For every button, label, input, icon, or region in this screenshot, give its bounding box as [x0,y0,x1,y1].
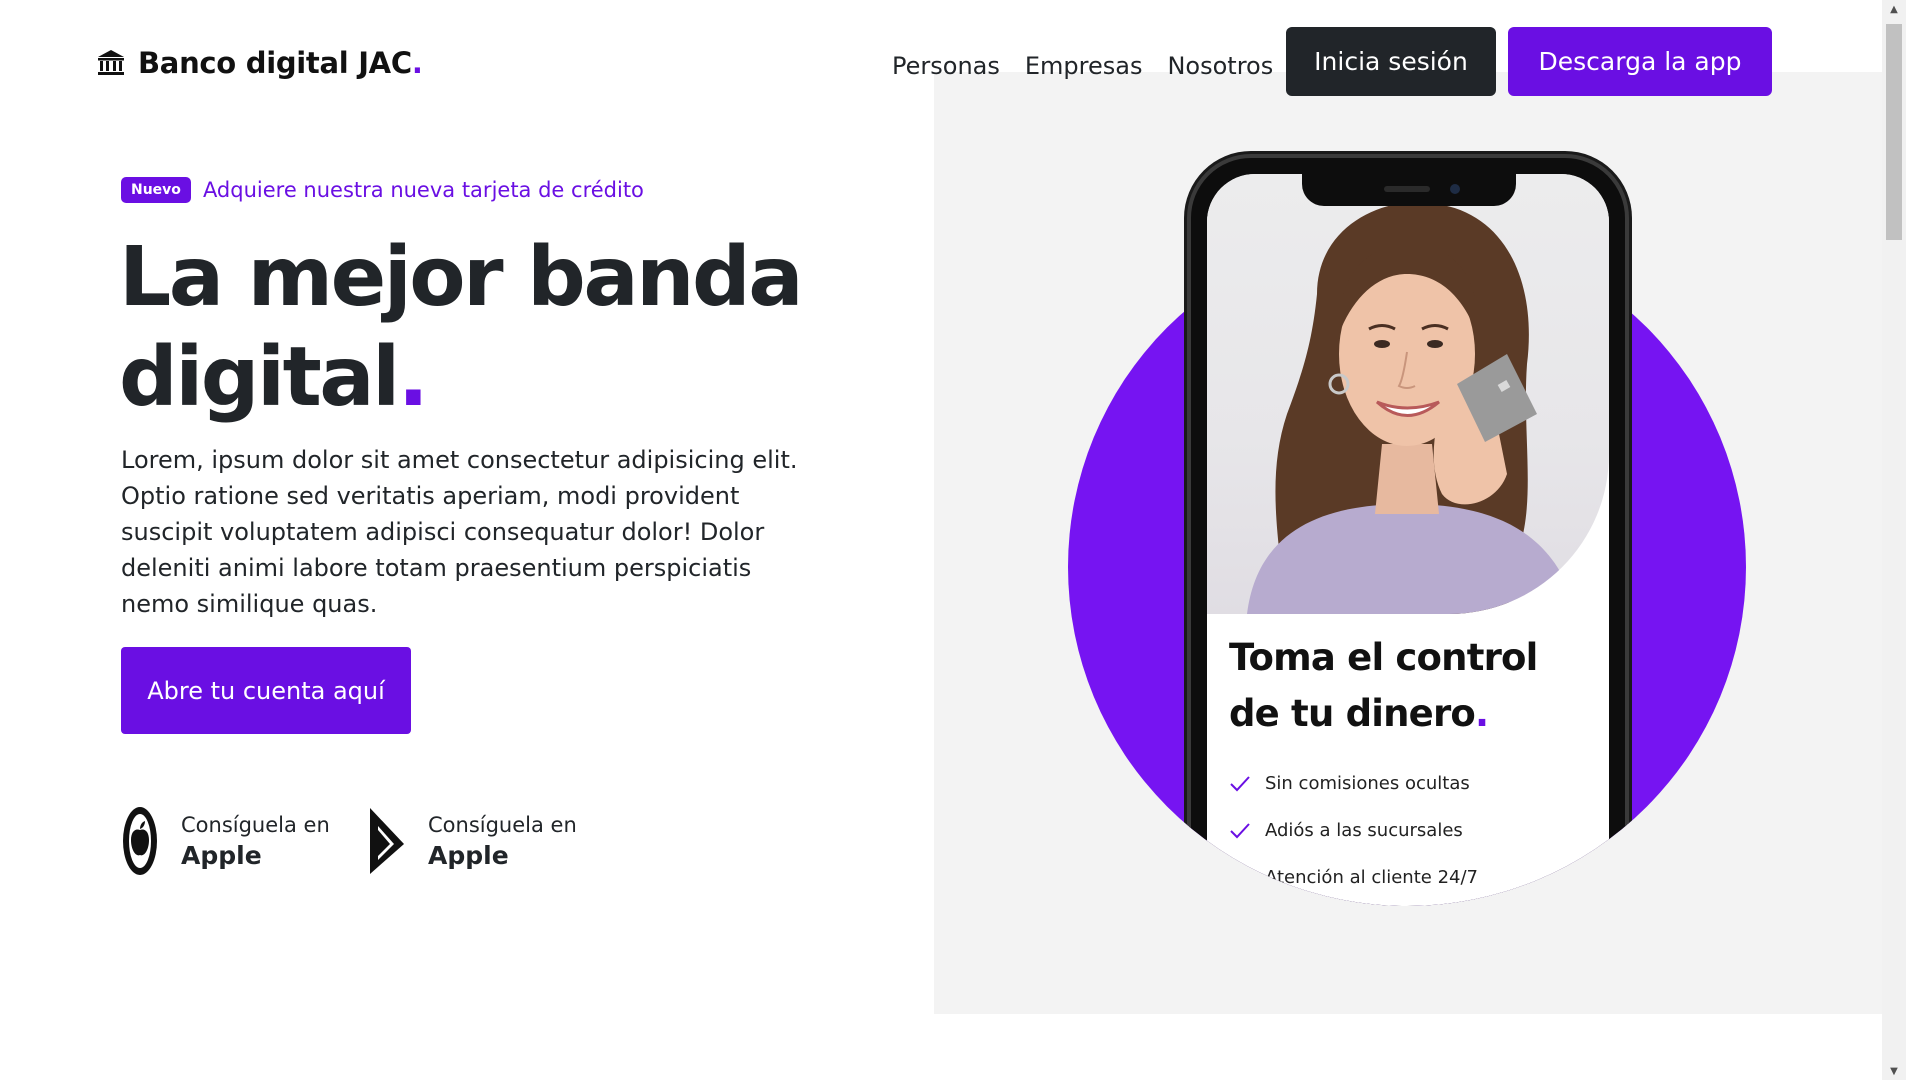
phone-frame: Toma el control de tu dinero. Sin comisi… [1187,154,1629,906]
apple-icon [121,804,159,878]
brand-name: Banco digital JAC [138,46,412,80]
store-pre-text: Consíguela en [428,812,577,837]
promo-banner[interactable]: Nuevo Adquiere nuestra nueva tarjeta de … [121,177,644,203]
landing-page: Banco digital JAC. Personas Empresas Nos… [0,0,1906,1080]
bank-icon [96,48,126,78]
phone-title-dot: . [1475,692,1489,735]
feature-list: Sin comisiones ocultas Adiós a las sucur… [1229,760,1599,901]
headline-line-1: La mejor banda [119,230,804,325]
feature-text: Atención al cliente 24/7 [1265,867,1478,888]
store-name: Apple [181,840,262,870]
play-store-icon [368,804,406,878]
check-icon [1229,869,1251,887]
open-account-button[interactable]: Abre tu cuenta aquí [121,647,411,734]
phone-title-line-1: Toma el control [1229,636,1538,679]
store-name: Apple [428,840,509,870]
feature-item: Adiós a las sucursales [1229,807,1599,854]
new-badge: Nuevo [121,177,191,203]
vertical-scrollbar[interactable]: ▲ ▼ [1882,0,1906,1080]
nav-link-empresas[interactable]: Empresas [1025,52,1143,80]
store-link-play[interactable]: Consíguela en Apple [368,804,577,878]
check-icon [1229,775,1251,793]
phone-title: Toma el control de tu dinero. [1229,630,1599,742]
phone-screen: Toma el control de tu dinero. Sin comisi… [1207,174,1609,906]
brand-dot: . [411,46,423,80]
nav-link-nosotros[interactable]: Nosotros [1167,52,1273,80]
phone-notch [1302,174,1516,206]
brand-logo[interactable]: Banco digital JAC. [96,46,423,80]
download-app-button[interactable]: Descarga la app [1508,27,1772,96]
feature-item: Atención al cliente 24/7 [1229,854,1599,901]
phone-mockup: Toma el control de tu dinero. Sin comisi… [1068,150,1746,906]
login-button[interactable]: Inicia sesión [1286,27,1496,96]
store-pre-text: Consíguela en [181,812,330,837]
scroll-down-arrow-icon[interactable]: ▼ [1882,1062,1906,1080]
woman-with-card-photo [1207,174,1609,614]
headline-line-2: digital [119,330,400,425]
scroll-up-arrow-icon[interactable]: ▲ [1882,0,1906,18]
phone-card-content: Toma el control de tu dinero. Sin comisi… [1229,630,1599,901]
feature-text: Adiós a las sucursales [1265,820,1463,841]
check-icon [1229,822,1251,840]
hero-headline: La mejor banda digital. [119,228,839,428]
hero-lead-text: Lorem, ipsum dolor sit amet consectetur … [121,446,798,618]
feature-text: Sin comisiones ocultas [1265,773,1470,794]
phone-title-line-2: de tu dinero [1229,692,1476,735]
scrollbar-thumb[interactable] [1886,24,1902,240]
headline-dot: . [397,330,429,425]
promo-link[interactable]: Adquiere nuestra nueva tarjeta de crédit… [203,178,644,202]
store-link-apple[interactable]: Consíguela en Apple [121,804,330,878]
main-nav: Personas Empresas Nosotros [892,52,1273,80]
feature-item: Sin comisiones ocultas [1229,760,1599,807]
nav-link-personas[interactable]: Personas [892,52,1000,80]
